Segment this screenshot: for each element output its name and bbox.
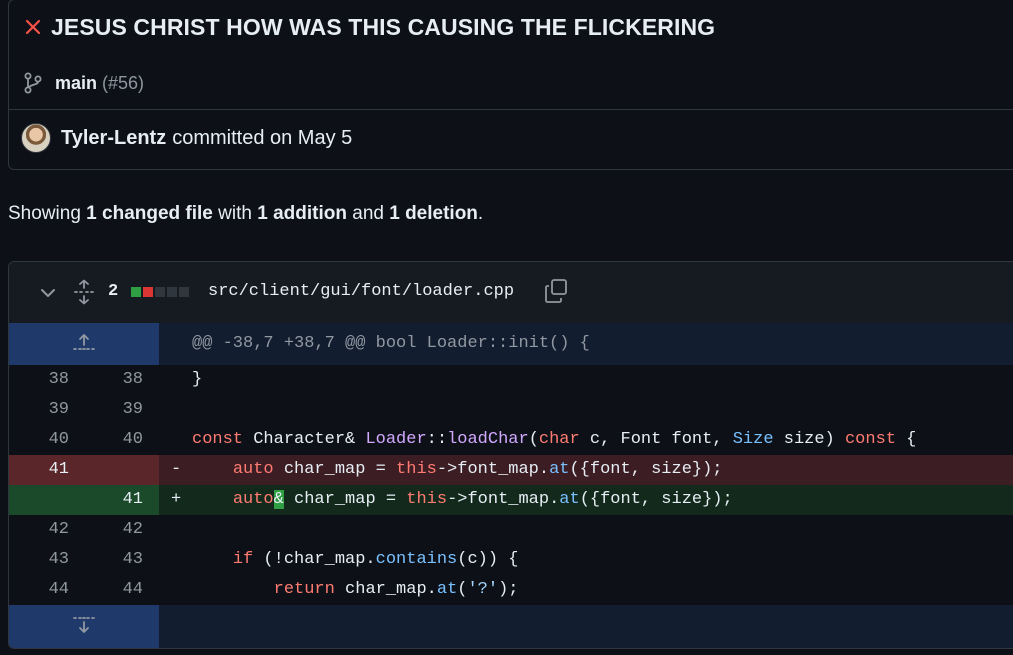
diff-line-context: 39 39 [9,395,1013,425]
change-count: 2 [108,282,119,301]
code-text: const Character& Loader::loadChar(char c… [192,430,917,449]
new-line-number[interactable]: 44 [83,575,143,605]
file-diff: 2 src/client/gui/font/loader.cpp @@ -38,… [8,261,1013,649]
diffstat-block [131,287,141,297]
x-icon [25,19,41,35]
commit-title: JESUS CHRIST HOW WAS THIS CAUSING THE FL… [51,13,716,40]
old-line-number[interactable]: 43 [9,545,69,575]
summary-additions: 1 addition [257,203,347,224]
diff-summary: Showing 1 changed file with 1 addition a… [8,203,483,225]
expand-down-icon [72,615,96,640]
commit-date: committed on May 5 [172,126,353,149]
unfold-icon[interactable] [73,279,95,305]
code-text: if (!char_map.contains(c)) { [232,550,519,569]
diff-line-context: 38 38} [9,365,1013,395]
summary-with: with [212,203,258,224]
file-header: 2 src/client/gui/font/loader.cpp [9,262,1013,324]
diff-sign: - [171,460,182,479]
file-path[interactable]: src/client/gui/font/loader.cpp [208,282,514,301]
code-text: auto char_map = this->font_map.at({font,… [232,460,723,479]
code-text: return char_map.at('?'); [273,580,519,599]
pr-link[interactable]: (#56) [102,73,144,94]
diffstat [131,287,189,297]
branch-link[interactable]: main [55,73,97,94]
diffstat-block [167,287,177,297]
old-line-number[interactable]: 38 [9,365,69,395]
summary-files: 1 changed file [86,203,213,224]
diffstat-block [143,287,153,297]
branch-row: main (#56) [23,70,144,96]
expand-up-icon [72,332,96,357]
expand-up-button[interactable] [9,323,159,365]
expand-down-button[interactable] [9,605,159,648]
diff-line-context: 40 40 const Character& Loader::loadChar(ch… [9,425,1013,455]
new-line-number[interactable]: 40 [83,425,143,455]
avatar[interactable] [21,123,51,153]
hunk-header: @@ -38,7 +38,7 @@ bool Loader::init() { [192,334,590,353]
new-line-number[interactable]: 39 [83,395,143,425]
old-line-number[interactable]: 44 [9,575,69,605]
summary-deletions: 1 deletion [389,203,478,224]
diffstat-block [155,287,165,297]
code-text: auto& char_map = this->font_map.at({font… [232,490,733,509]
diff-sign: + [171,490,182,509]
new-line-number[interactable]: 38 [83,365,143,395]
old-line-number[interactable]: 40 [9,425,69,455]
chevron-down-icon[interactable] [39,284,57,302]
commit-title-row: JESUS CHRIST HOW WAS THIS CAUSING THE FL… [25,12,715,42]
old-line-number[interactable]: 42 [9,515,69,545]
diff-line-deletion: 41 - auto char_map = this->font_map.at({f… [9,455,1013,485]
author-link[interactable]: Tyler-Lentz [61,127,166,150]
diff-line-context: 42 42 [9,515,1013,545]
diff-line-context: 43 43 if (!char_map.contains(c)) { [9,545,1013,575]
new-line-number[interactable]: 41 [83,485,143,515]
new-line-number[interactable]: 43 [83,545,143,575]
summary-prefix: Showing [8,203,87,224]
old-line-number[interactable]: 41 [9,455,69,485]
commit-header: JESUS CHRIST HOW WAS THIS CAUSING THE FL… [8,0,1013,170]
author-row: Tyler-Lentz committed on May 5 [21,122,352,154]
divider [9,109,1013,110]
hunk-footer-row [9,605,1013,648]
summary-and: and [346,203,390,224]
diffstat-block [179,287,189,297]
diff-line-addition: 41 + auto& char_map = this->font_map.at({… [9,485,1013,515]
old-line-number[interactable]: 39 [9,395,69,425]
git-branch-icon [23,72,43,94]
hunk-header-row: @@ -38,7 +38,7 @@ bool Loader::init() { [9,323,1013,365]
summary-suffix: . [477,203,484,224]
copy-icon[interactable] [543,278,569,304]
diff-line-context: 44 44 return char_map.at('?'); [9,575,1013,605]
code-text: } [192,370,203,389]
new-line-number[interactable]: 42 [83,515,143,545]
